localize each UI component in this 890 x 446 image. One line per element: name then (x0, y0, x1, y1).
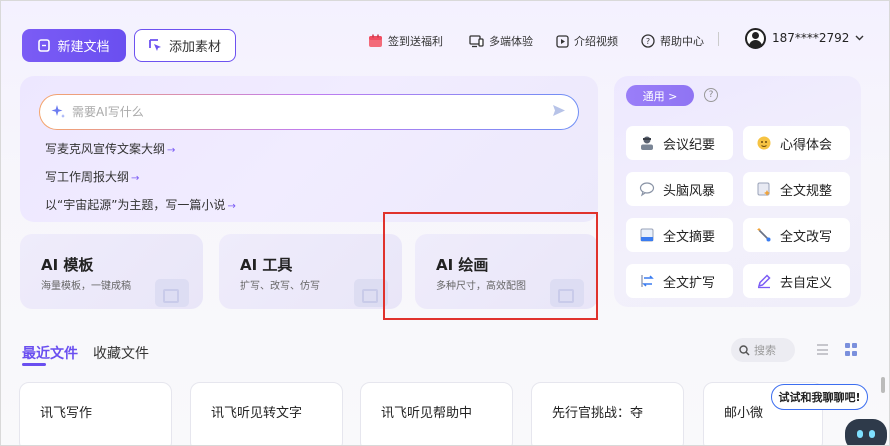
card-subtitle: 扩写、改写、仿写 (240, 281, 320, 292)
file-card[interactable]: 讯飞听见转文字 (190, 382, 343, 445)
user-phone: 187****2792 (772, 31, 850, 45)
file-name: 讯飞听见帮助中 (381, 406, 473, 421)
card-ai-template[interactable]: AI 模板 海量模板，一键成稿 (20, 234, 203, 309)
tool-full-expand[interactable]: 全文扩写 (626, 264, 733, 298)
suggestion-text: 以“宇宙起源”为主题，写一篇小说 (45, 198, 226, 212)
arrow-right-icon: → (227, 201, 236, 212)
cursor-select-icon (149, 39, 161, 51)
card-ai-tools[interactable]: AI 工具 扩写、改写、仿写 (219, 234, 402, 309)
summary-doc-icon (638, 227, 655, 244)
tool-label: 会议纪要 (663, 137, 716, 153)
avatar-icon (745, 27, 766, 49)
red-highlight-box (383, 212, 598, 320)
arrow-right-icon: → (131, 173, 140, 184)
chat-assistant-bubble[interactable]: 试试和我聊聊吧! (771, 384, 868, 410)
magic-wand-icon (755, 227, 772, 244)
template-deco-icon (155, 279, 189, 307)
help-circle-icon[interactable]: ? (704, 88, 718, 102)
search-placeholder: 搜索 (754, 344, 776, 357)
suggestion-item[interactable]: 以“宇宙起源”为主题，写一篇小说 → (45, 196, 236, 213)
tool-meeting-minutes[interactable]: 会议纪要 (626, 126, 733, 160)
pencil-icon (755, 273, 772, 290)
card-subtitle: 海量模板，一键成稿 (41, 281, 131, 292)
nav-multi-device-label: 多端体验 (489, 35, 533, 48)
tool-full-summary[interactable]: 全文摘要 (626, 218, 733, 252)
nav-checkin-label: 签到送福利 (388, 35, 443, 48)
devices-icon (469, 34, 484, 47)
suggestion-item[interactable]: 写麦克风宣传文案大纲 → (45, 140, 175, 157)
nav-checkin-rewards[interactable]: 签到送福利 (368, 32, 443, 50)
help-circle-icon: ? (641, 34, 655, 48)
suggestion-text: 写工作周报大纲 (45, 170, 130, 184)
search-icon (739, 344, 750, 356)
file-card[interactable]: 讯飞听见帮助中 (360, 382, 513, 445)
send-icon[interactable] (552, 104, 566, 121)
list-view-icon[interactable] (817, 344, 828, 355)
tool-label: 去自定义 (780, 275, 833, 291)
tool-brainstorm[interactable]: 头脑风暴 (626, 172, 733, 206)
meeting-person-icon (638, 135, 655, 152)
emoji-face-icon (755, 135, 772, 152)
gift-calendar-icon (369, 34, 382, 47)
tool-full-rewrite[interactable]: 全文改写 (743, 218, 850, 252)
general-category-tag[interactable]: 通用 > (626, 85, 694, 106)
suggestion-text: 写麦克风宣传文案大纲 (45, 142, 166, 156)
arrow-right-icon: → (167, 145, 176, 156)
suggestion-item[interactable]: 写工作周报大纲 → (45, 168, 139, 185)
new-document-label: 新建文档 (57, 40, 110, 55)
file-name: 讯飞听见转文字 (211, 406, 303, 421)
card-title: AI 模板 (41, 256, 94, 274)
video-play-icon (556, 34, 569, 48)
grid-view-icon[interactable] (845, 343, 858, 356)
nav-divider (718, 32, 719, 46)
expand-arrows-icon (638, 273, 655, 290)
nav-intro-video-label: 介绍视频 (574, 35, 618, 48)
robot-assistant-icon[interactable] (845, 419, 887, 445)
file-name: 邮小微 (724, 406, 764, 421)
tool-label: 全文规整 (780, 183, 833, 199)
nav-help-center[interactable]: ? 帮助中心 (641, 32, 704, 50)
sparkle-doc-icon (755, 181, 772, 198)
sparkle-icon (51, 105, 65, 118)
file-card[interactable]: 讯飞写作 (19, 382, 172, 445)
app-window: 新建文档 添加素材 签到送福利 多端体验 介绍视频 ? 帮助中心 187****… (0, 0, 890, 446)
tool-label: 全文摘要 (663, 229, 716, 245)
speech-bubble-icon (638, 181, 655, 198)
add-material-button[interactable]: 添加素材 (134, 29, 236, 62)
card-title: AI 工具 (240, 256, 293, 274)
general-tools-panel: 通用 > ? 会议纪要 心得体会 头脑风暴 全文规整 全文摘要 全文改写 全文扩… (614, 76, 861, 307)
file-card[interactable]: 先行官挑战：夺 (531, 382, 684, 445)
tool-label: 全文扩写 (663, 275, 716, 291)
user-menu[interactable]: 187****2792 (745, 27, 864, 49)
tool-reflections[interactable]: 心得体会 (743, 126, 850, 160)
ai-prompt-input[interactable] (72, 105, 546, 119)
file-name: 先行官挑战：夺 (552, 406, 644, 421)
tool-label: 心得体会 (780, 137, 833, 153)
tab-favorite-files[interactable]: 收藏文件 (93, 343, 149, 363)
add-material-label: 添加素材 (168, 40, 221, 55)
tool-custom[interactable]: 去自定义 (743, 264, 850, 298)
nav-multi-device[interactable]: 多端体验 (469, 32, 533, 50)
tool-label: 全文改写 (780, 229, 833, 245)
ai-writing-panel: 写麦克风宣传文案大纲→ 写工作周报大纲→ 以“宇宙起源”为主题，写一篇小说→ (20, 76, 598, 222)
svg-text:?: ? (646, 37, 650, 46)
tool-label: 头脑风暴 (663, 183, 716, 199)
ai-prompt-box[interactable] (39, 94, 579, 130)
file-name: 讯飞写作 (40, 406, 93, 421)
tab-recent-files[interactable]: 最近文件 (22, 343, 78, 366)
file-search-box[interactable]: 搜索 (731, 338, 795, 362)
scrollbar[interactable] (881, 377, 885, 393)
nav-intro-video[interactable]: 介绍视频 (556, 32, 618, 50)
chevron-down-icon (855, 35, 864, 41)
tool-full-format[interactable]: 全文规整 (743, 172, 850, 206)
document-icon (38, 39, 51, 52)
new-document-button[interactable]: 新建文档 (22, 29, 126, 62)
nav-help-center-label: 帮助中心 (660, 35, 704, 48)
